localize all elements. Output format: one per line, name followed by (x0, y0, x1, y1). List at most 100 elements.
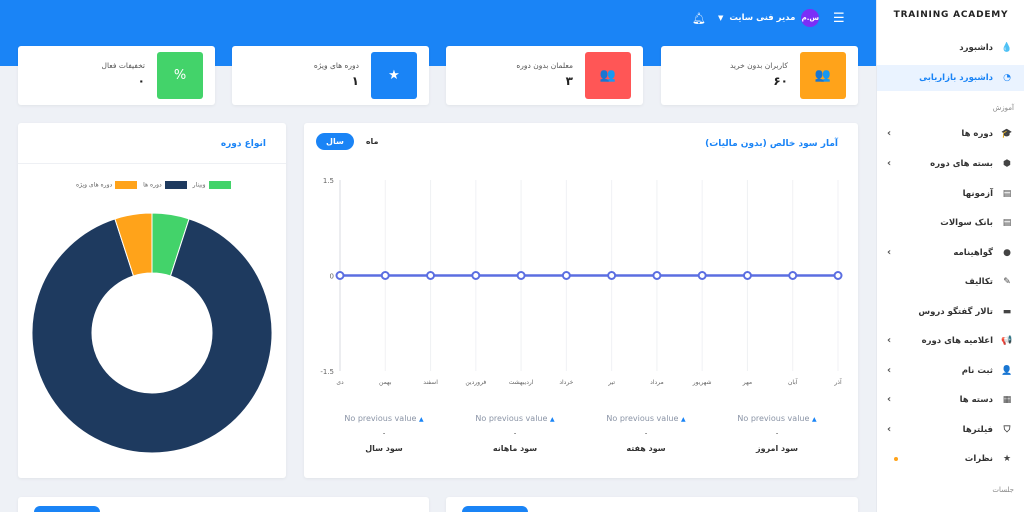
sidebar-item-5[interactable]: بانک سوالات ▤ (877, 210, 1024, 236)
hamburger-icon[interactable]: ☰ (833, 11, 845, 26)
pie-chart-icon: ◔ (1003, 73, 1011, 83)
profit-kpi-1: No previous value ▲ ۰ سود هفته (596, 414, 696, 453)
bottom-button-left[interactable] (34, 506, 100, 512)
file-icon: ▤ (1002, 189, 1012, 199)
sidebar-item-1[interactable]: داشبورد بازاریابی ◔ (877, 65, 1024, 91)
sidebar-item-label: تالار گفتگو دروس (918, 307, 993, 317)
legend-label-special: دوره های ویژه (76, 181, 113, 189)
legend-item-webinar[interactable]: وبینار (193, 181, 231, 189)
sidebar-item-6[interactable]: ‹ گواهینامه ● (877, 240, 1024, 266)
kpi-previous-text: No previous value (737, 414, 810, 423)
legend-swatch-special (115, 181, 138, 189)
user-menu[interactable]: ▼ مدیر فنی سایت س.م (718, 9, 820, 27)
kpi-previous: No previous value ▲ (727, 414, 827, 423)
data-point (742, 271, 752, 280)
user-name: مدیر فنی سایت (729, 13, 796, 23)
legend-swatch-courses (164, 181, 187, 189)
sidebar-item-label: گواهینامه (953, 248, 993, 258)
period-toggle: سال ماه (316, 133, 385, 150)
legend-swatch-webinar (208, 181, 231, 189)
sidebar-item-label: آزمونها (962, 189, 993, 199)
stat-card-1: 👥 معلمان بدون دوره ۳ (446, 46, 643, 105)
chevron-left-icon: ‹ (887, 128, 892, 139)
sidebar-item-label: داشبورد بازاریابی (919, 73, 993, 83)
profit-chart-title: آمار سود خالص (بدون مالیات) (705, 139, 838, 149)
sidebar-item-3[interactable]: ‹ بسته های دوره ⬢ (877, 151, 1024, 177)
stat-value: ۰ (137, 74, 145, 88)
course-types-title: انواع دوره (220, 139, 266, 149)
toggle-year[interactable]: سال (316, 133, 354, 150)
data-point (833, 271, 843, 280)
grid-icon: ▦ (1002, 395, 1012, 405)
profit-chart-card: آمار سود خالص (بدون مالیات) سال ماه 1.5 0… (304, 123, 858, 478)
sidebar-section-sessions: جلسات (992, 486, 1014, 494)
kpi-previous-text: No previous value (344, 414, 417, 423)
x-tick-label: بهمن (379, 379, 392, 386)
legend-item-special[interactable]: دوره های ویژه (76, 181, 138, 189)
x-tick-label: مرداد (650, 379, 664, 386)
toggle-month[interactable]: ماه (360, 133, 385, 150)
star-icon: ★ (388, 68, 400, 83)
sidebar-item-label: بسته های دوره (930, 159, 993, 169)
x-tick-label: تیر (607, 379, 615, 386)
bottom-button-right[interactable] (462, 506, 528, 512)
data-point (652, 271, 662, 280)
kpi-value: ۰ (381, 429, 387, 438)
sidebar-item-label: اعلامیه های دوره (921, 336, 993, 346)
data-point (471, 271, 481, 280)
users-icon: 👥 (814, 68, 832, 83)
chevron-left-icon: ‹ (887, 365, 892, 376)
sidebar-section-education: آموزش (992, 104, 1014, 112)
legend-label-webinar: وبینار (192, 181, 206, 189)
caret-up-icon: ▲ (680, 416, 686, 423)
kpi-previous: No previous value ▲ (465, 414, 565, 423)
sidebar-item-label: ثبت نام (961, 366, 993, 376)
profit-kpi-3: No previous value ▲ ۰ سود سال (334, 414, 434, 453)
sidebar-item-0[interactable]: داشبورد 💧 (877, 35, 1024, 61)
megaphone-icon: 📢 (1001, 336, 1013, 346)
chevron-down-icon: ▼ (718, 14, 724, 22)
stat-label: تخفیفات فعال (101, 61, 145, 70)
sidebar-item-11[interactable]: ‹ دسته ها ▦ (877, 387, 1024, 413)
stat-value: ۱ (351, 74, 359, 88)
stat-icon-box: 👥 (585, 52, 631, 99)
data-point (335, 271, 345, 280)
legend-item-courses[interactable]: دوره ها (143, 181, 187, 189)
x-tick-label: مهر (742, 379, 752, 386)
chevron-left-icon: ‹ (887, 424, 892, 435)
filter-icon: ⛉ (1003, 425, 1011, 435)
stat-card-3: % تخفیفات فعال ۰ (18, 46, 215, 105)
sidebar-item-4[interactable]: آزمونها ▤ (877, 181, 1024, 207)
sidebar-item-12[interactable]: ‹ فیلترها ⛉ (877, 417, 1024, 443)
sidebar-item-label: داشبورد (959, 43, 993, 53)
avatar: س.م (801, 9, 820, 27)
chevron-left-icon: ‹ (887, 394, 892, 405)
data-point (607, 271, 617, 280)
drop-icon: 💧 (1001, 43, 1013, 53)
sidebar-item-label: نظرات (964, 454, 993, 464)
stat-card-2: ★ دوره های ویژه ۱ (232, 46, 429, 105)
sidebar: TRAINING ACADEMY داشبورد 💧 داشبورد بازاریا… (876, 0, 1024, 512)
sidebar-item-9[interactable]: ‹ اعلامیه های دوره 📢 (877, 328, 1024, 354)
stat-icon-box: 👥 (800, 52, 846, 99)
x-tick-label: اسفند (423, 379, 438, 386)
kpi-value: ۰ (643, 429, 649, 438)
sidebar-item-label: دوره ها (961, 129, 993, 139)
sidebar-item-8[interactable]: تالار گفتگو دروس ▬ (877, 299, 1024, 325)
sidebar-item-10[interactable]: ‹ ثبت نام 👤 (877, 358, 1024, 384)
graduation-cap-icon: 🎓 (1001, 129, 1013, 139)
profit-kpi-2: No previous value ▲ ۰ سود ماهانه (465, 414, 565, 453)
chevron-left-icon: ‹ (887, 335, 892, 346)
pencil-icon: ✎ (1003, 277, 1011, 287)
sidebar-item-2[interactable]: ‹ دوره ها 🎓 (877, 121, 1024, 147)
stat-label: کاربران بدون خرید (729, 61, 788, 70)
file-icon: ▤ (1002, 218, 1012, 228)
divider (18, 163, 286, 164)
kpi-name: سود ماهانه (492, 444, 538, 453)
bell-icon[interactable]: 🔔︎ (692, 12, 706, 25)
sidebar-item-7[interactable]: تکالیف ✎ (877, 269, 1024, 295)
sidebar-item-label: تکالیف (964, 277, 993, 287)
kpi-value: ۰ (512, 429, 518, 438)
sidebar-item-13[interactable]: نظرات ★ (877, 446, 1024, 472)
data-point (697, 271, 707, 280)
